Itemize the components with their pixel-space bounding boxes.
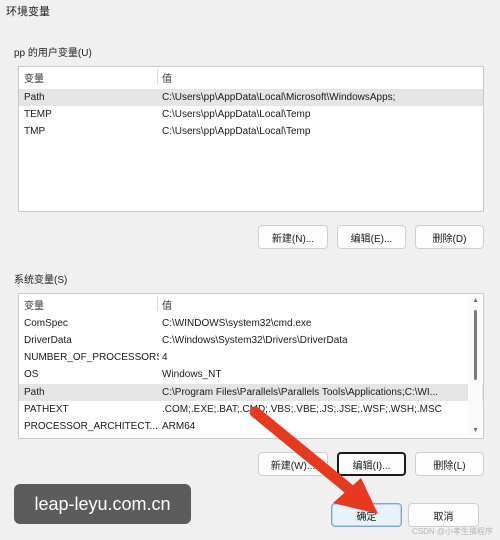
user-vars-label: pp 的用户变量(U): [14, 48, 92, 59]
list-header: 变量 值: [19, 69, 483, 86]
var-value: ARM64: [162, 421, 196, 432]
var-name: Path: [24, 387, 45, 398]
vertical-scrollbar[interactable]: ▲ ▼: [468, 296, 482, 436]
table-row[interactable]: OS Windows_NT: [19, 366, 483, 383]
site-watermark: leap-leyu.com.cn: [14, 484, 191, 524]
csdn-watermark: CSDN @小孝生搞程序: [412, 527, 494, 536]
scroll-up-icon[interactable]: ▲: [472, 297, 479, 305]
table-row[interactable]: NUMBER_OF_PROCESSORS 4: [19, 349, 483, 366]
scroll-down-icon[interactable]: ▼: [472, 427, 479, 435]
table-row[interactable]: DriverData C:\Windows\System32\Drivers\D…: [19, 332, 483, 349]
var-value: .COM;.EXE;.BAT;.CMD;.VBS;.VBE;.JS;.JSE;.…: [162, 404, 442, 415]
table-row[interactable]: TEMP C:\Users\pp\AppData\Local\Temp: [19, 106, 483, 123]
system-vars-label: 系统变量(S): [14, 275, 68, 286]
var-name: NUMBER_OF_PROCESSORS: [24, 352, 159, 363]
var-value: C:\Users\pp\AppData\Local\Temp: [162, 109, 311, 120]
user-new-button[interactable]: 新建(N)...: [258, 225, 328, 249]
var-name: ComSpec: [24, 318, 68, 329]
var-name: DriverData: [24, 335, 72, 346]
table-row[interactable]: PROCESSOR_ARCHITECT... ARM64: [19, 418, 483, 435]
window-title: 环境变量: [6, 6, 50, 18]
var-value: C:\Windows\System32\Drivers\DriverData: [162, 335, 348, 346]
var-value: C:\WINDOWS\system32\cmd.exe: [162, 318, 312, 329]
var-name: PATHEXT: [24, 404, 69, 415]
scroll-thumb[interactable]: [474, 310, 477, 380]
table-row[interactable]: Path C:\Users\pp\AppData\Local\Microsoft…: [19, 89, 483, 106]
header-divider: [157, 296, 158, 311]
system-vars-list[interactable]: 变量 值 ComSpec C:\WINDOWS\system32\cmd.exe…: [18, 293, 484, 439]
ok-button[interactable]: 确定: [331, 503, 402, 527]
table-row[interactable]: Path C:\Program Files\Parallels\Parallel…: [19, 384, 483, 401]
var-value: 4: [162, 352, 168, 363]
column-header-value[interactable]: 值: [162, 70, 461, 85]
table-row[interactable]: TMP C:\Users\pp\AppData\Local\Temp: [19, 123, 483, 140]
column-header-name[interactable]: 变量: [24, 70, 159, 85]
var-value: Windows_NT: [162, 369, 222, 380]
user-vars-list[interactable]: 变量 值 Path C:\Users\pp\AppData\Local\Micr…: [18, 66, 484, 212]
table-row[interactable]: PATHEXT .COM;.EXE;.BAT;.CMD;.VBS;.VBE;.J…: [19, 401, 483, 418]
var-value: C:\Users\pp\AppData\Local\Temp: [162, 126, 311, 137]
var-value: C:\Users\pp\AppData\Local\Microsoft\Wind…: [162, 92, 396, 103]
var-name: OS: [24, 369, 39, 380]
table-row[interactable]: ComSpec C:\WINDOWS\system32\cmd.exe: [19, 315, 483, 332]
column-header-name[interactable]: 变量: [24, 297, 159, 312]
system-delete-button[interactable]: 删除(L): [415, 452, 484, 476]
var-value: C:\Program Files\Parallels\Parallels Too…: [162, 387, 439, 398]
list-header: 变量 值: [19, 296, 483, 313]
cancel-button[interactable]: 取消: [408, 503, 479, 527]
column-header-value[interactable]: 值: [162, 297, 461, 312]
header-divider: [157, 69, 158, 84]
user-delete-button[interactable]: 删除(D): [415, 225, 484, 249]
var-name: TEMP: [24, 109, 52, 120]
var-name: Path: [24, 92, 45, 103]
system-new-button[interactable]: 新建(W)...: [258, 452, 328, 476]
var-name: TMP: [24, 126, 46, 137]
user-edit-button[interactable]: 编辑(E)...: [337, 225, 406, 249]
var-name: PROCESSOR_ARCHITECT...: [24, 421, 158, 432]
system-edit-button[interactable]: 编辑(I)...: [337, 452, 406, 476]
